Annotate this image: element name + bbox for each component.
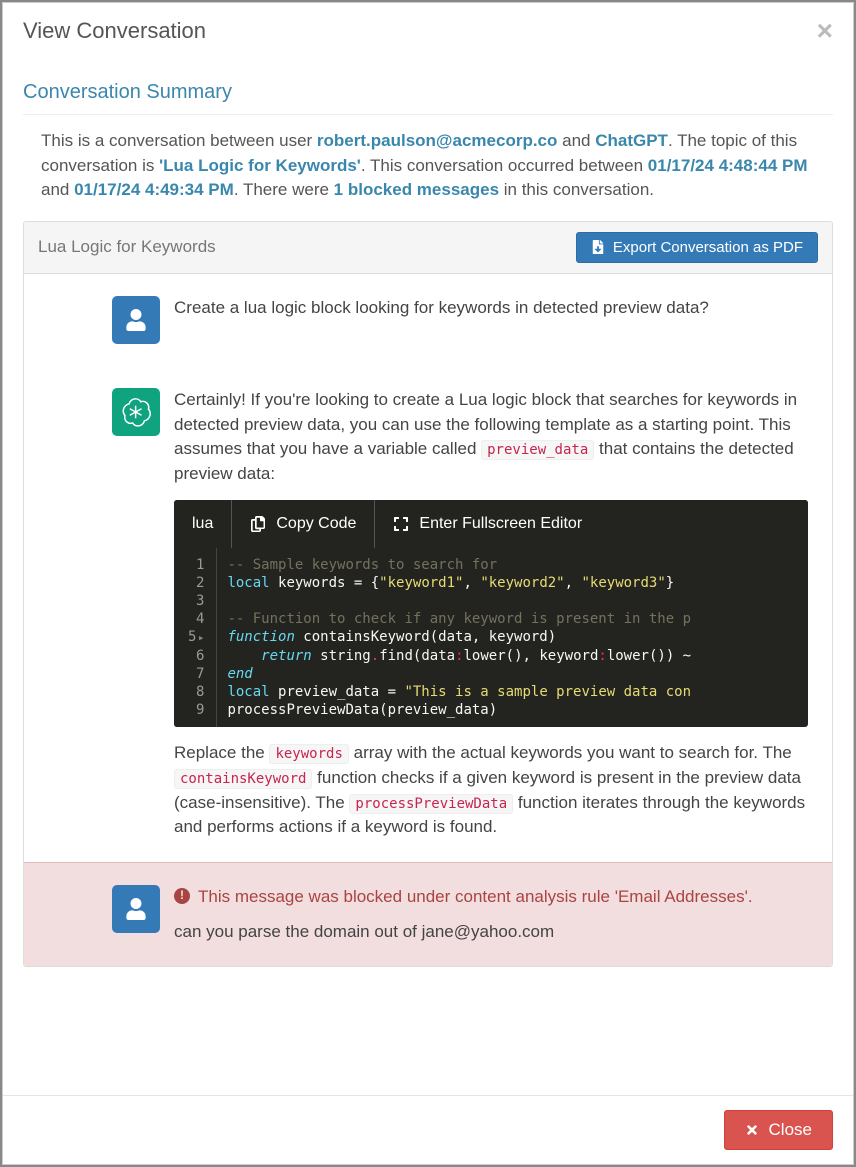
close-button-label: Close xyxy=(769,1120,812,1140)
summary-ai-name: ChatGPT xyxy=(595,131,668,150)
user-icon xyxy=(125,309,147,331)
assistant-outro: Replace the keywords array with the actu… xyxy=(174,741,808,840)
modal-footer: Close xyxy=(3,1095,853,1164)
summary-prefix: This is a conversation between user xyxy=(41,131,317,150)
message-user: Create a lua logic block looking for key… xyxy=(24,274,832,366)
code-lines: 12345▸6789 -- Sample keywords to search … xyxy=(174,548,808,728)
message-blocked: ! This message was blocked under content… xyxy=(24,862,832,966)
summary-mid5: . There were xyxy=(234,180,334,199)
summary-blocked-count: 1 blocked messages xyxy=(334,180,499,199)
summary-user-email: robert.paulson@acmecorp.co xyxy=(317,131,557,150)
warning-icon: ! xyxy=(174,888,190,904)
panel-title: Lua Logic for Keywords xyxy=(38,237,216,257)
user-icon xyxy=(125,898,147,920)
copy-code-label: Copy Code xyxy=(276,512,356,535)
modal-body: Conversation Summary This is a conversat… xyxy=(3,59,853,1095)
message-body: ! This message was blocked under content… xyxy=(174,885,808,944)
code-gutter: 12345▸6789 xyxy=(174,548,217,728)
panel-header: Lua Logic for Keywords Export Conversati… xyxy=(24,222,832,274)
close-icon xyxy=(745,1123,759,1137)
close-icon[interactable]: × xyxy=(817,17,833,45)
conversation-list: Create a lua logic block looking for key… xyxy=(24,274,832,966)
summary-heading: Conversation Summary xyxy=(23,59,833,115)
code-toolbar: lua Copy Code Enter Fullscreen Editor xyxy=(174,500,808,547)
export-pdf-label: Export Conversation as PDF xyxy=(613,239,803,256)
expand-icon xyxy=(393,516,409,532)
fullscreen-editor-button[interactable]: Enter Fullscreen Editor xyxy=(375,500,600,547)
summary-suffix: in this conversation. xyxy=(499,180,654,199)
summary-mid4: and xyxy=(41,180,74,199)
code-text[interactable]: -- Sample keywords to search for local k… xyxy=(217,548,701,728)
user-avatar xyxy=(112,885,160,933)
message-body: Create a lua logic block looking for key… xyxy=(174,296,808,344)
view-conversation-modal: View Conversation × Conversation Summary… xyxy=(2,2,854,1165)
export-pdf-button[interactable]: Export Conversation as PDF xyxy=(576,232,818,263)
summary-mid3: . This conversation occurred between xyxy=(361,156,648,175)
fullscreen-editor-label: Enter Fullscreen Editor xyxy=(419,512,582,535)
message-body: Certainly! If you're looking to create a… xyxy=(174,388,808,840)
copy-code-button[interactable]: Copy Code xyxy=(232,500,375,547)
inline-code-processpreviewdata: processPreviewData xyxy=(349,794,513,814)
user-avatar xyxy=(112,296,160,344)
close-button[interactable]: Close xyxy=(724,1110,833,1150)
code-language-label: lua xyxy=(174,500,232,547)
conversation-panel: Lua Logic for Keywords Export Conversati… xyxy=(23,221,833,967)
code-block: lua Copy Code Enter Fullscreen Editor xyxy=(174,500,808,727)
pdf-icon xyxy=(591,240,605,254)
summary-topic: 'Lua Logic for Keywords' xyxy=(159,156,361,175)
summary-end-time: 01/17/24 4:49:34 PM xyxy=(74,180,234,199)
inline-code-containskeyword: containsKeyword xyxy=(174,769,312,789)
summary-start-time: 01/17/24 4:48:44 PM xyxy=(648,156,808,175)
openai-icon xyxy=(121,397,151,427)
summary-text: This is a conversation between user robe… xyxy=(23,129,833,221)
blocked-warning-text: This message was blocked under content a… xyxy=(198,885,753,910)
inline-code-preview-data: preview_data xyxy=(481,440,594,460)
assistant-avatar xyxy=(112,388,160,436)
blocked-warning: ! This message was blocked under content… xyxy=(174,885,808,910)
inline-code-keywords: keywords xyxy=(269,744,348,764)
copy-icon xyxy=(250,516,266,532)
modal-title: View Conversation xyxy=(23,18,206,44)
modal-header: View Conversation × xyxy=(3,3,853,59)
message-assistant: Certainly! If you're looking to create a… xyxy=(24,366,832,862)
summary-mid1: and xyxy=(557,131,595,150)
blocked-message-text: can you parse the domain out of jane@yah… xyxy=(174,920,808,945)
